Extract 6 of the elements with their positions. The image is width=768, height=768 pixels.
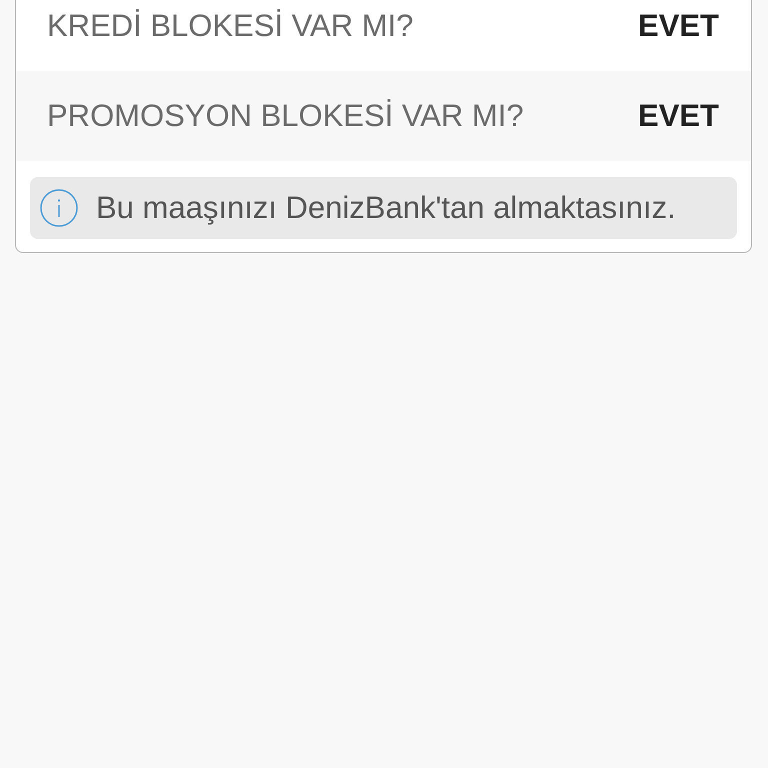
- info-text: Bu maaşınızı DenizBank'tan almaktasınız.: [96, 188, 676, 227]
- info-icon: [40, 189, 78, 227]
- row-value: EVET: [638, 96, 719, 135]
- row-value: EVET: [638, 6, 719, 45]
- row-label: KREDİ BLOKESİ VAR MI?: [47, 6, 414, 45]
- row-label: PROMOSYON BLOKESİ VAR MI?: [47, 96, 524, 135]
